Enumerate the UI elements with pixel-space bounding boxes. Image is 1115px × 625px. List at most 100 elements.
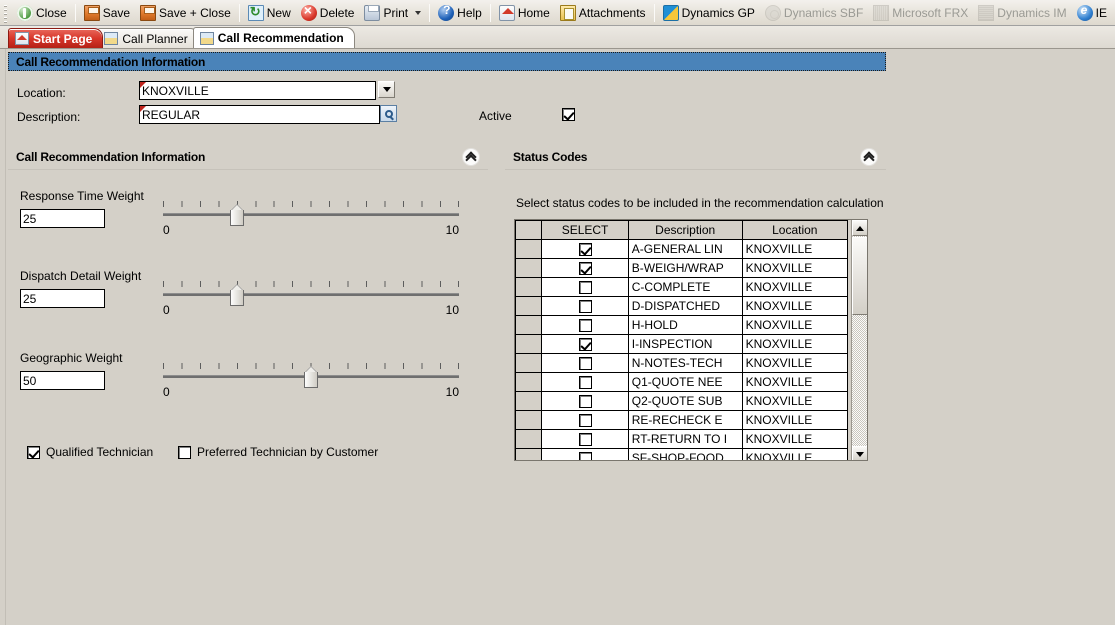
- row-description-cell[interactable]: RE-RECHECK E: [627, 410, 743, 430]
- table-row[interactable]: B-WEIGH/WRAP KNOXVILLE: [515, 258, 849, 278]
- table-row[interactable]: Q2-QUOTE SUB KNOXVILLE: [515, 391, 849, 411]
- tab-start-page[interactable]: Start Page: [8, 28, 104, 48]
- row-location-cell[interactable]: KNOXVILLE: [741, 391, 849, 411]
- row-description-cell[interactable]: RT-RETURN TO I: [627, 429, 743, 449]
- row-select-cell[interactable]: [541, 296, 629, 316]
- grid-vertical-scrollbar[interactable]: [851, 220, 867, 460]
- row-select-cell[interactable]: [541, 448, 629, 460]
- row-selector-gutter[interactable]: [515, 296, 543, 316]
- row-select-cell[interactable]: [541, 277, 629, 297]
- row-description-cell[interactable]: B-WEIGH/WRAP: [627, 258, 743, 278]
- row-description-cell[interactable]: A-GENERAL LIN: [627, 239, 743, 259]
- collapse-left-section-button[interactable]: [462, 147, 480, 166]
- row-location-cell[interactable]: KNOXVILLE: [741, 277, 849, 297]
- scroll-down-button[interactable]: [852, 446, 867, 460]
- checkbox-preferred-technician-by-customer[interactable]: [178, 445, 191, 459]
- save-button[interactable]: Save: [79, 2, 135, 24]
- scroll-up-button[interactable]: [852, 220, 867, 236]
- table-row[interactable]: D-DISPATCHED KNOXVILLE: [515, 296, 849, 316]
- row-selector-gutter[interactable]: [515, 258, 543, 278]
- attachments-button[interactable]: Attachments: [555, 2, 651, 24]
- delete-button[interactable]: Delete: [296, 2, 360, 24]
- table-row[interactable]: H-HOLD KNOXVILLE: [515, 315, 849, 335]
- help-button[interactable]: Help: [433, 2, 487, 24]
- row-select-checkbox[interactable]: [578, 414, 592, 428]
- description-lookup-button[interactable]: [380, 105, 397, 122]
- row-select-checkbox[interactable]: [578, 452, 592, 460]
- tab-call-recommendation[interactable]: Call Recommendation: [192, 27, 355, 48]
- row-select-checkbox[interactable]: [578, 243, 592, 257]
- close-button[interactable]: Close: [12, 2, 72, 24]
- row-selector-gutter[interactable]: [515, 391, 543, 411]
- row-location-cell[interactable]: KNOXVILLE: [741, 429, 849, 449]
- row-select-checkbox[interactable]: [578, 281, 592, 295]
- row-location-cell[interactable]: KNOXVILLE: [741, 239, 849, 259]
- row-description-cell[interactable]: H-HOLD: [627, 315, 743, 335]
- table-row[interactable]: C-COMPLETE KNOXVILLE: [515, 277, 849, 297]
- row-selector-gutter[interactable]: [515, 372, 543, 392]
- weight-slider-1[interactable]: 0 10: [163, 281, 459, 317]
- row-location-cell[interactable]: KNOXVILLE: [741, 353, 849, 373]
- slider-track[interactable]: [163, 293, 459, 296]
- slider-thumb[interactable]: [230, 284, 244, 306]
- row-select-cell[interactable]: [541, 391, 629, 411]
- home-button[interactable]: Home: [494, 2, 555, 24]
- row-selector-gutter[interactable]: [515, 334, 543, 354]
- row-select-cell[interactable]: [541, 258, 629, 278]
- save-close-button[interactable]: Save + Close: [135, 2, 236, 24]
- tab-call-planner[interactable]: Call Planner: [97, 28, 199, 48]
- weight-slider-0[interactable]: 0 10: [163, 201, 459, 237]
- toolbar-grip[interactable]: [2, 2, 10, 23]
- row-select-cell[interactable]: [541, 353, 629, 373]
- slider-thumb[interactable]: [230, 204, 244, 226]
- column-header-location[interactable]: Location: [741, 220, 849, 240]
- weight-input-2[interactable]: 50: [20, 371, 105, 390]
- status-codes-grid[interactable]: SELECT Description Location A-GENERAL LI…: [514, 219, 868, 461]
- row-description-cell[interactable]: Q2-QUOTE SUB: [627, 391, 743, 411]
- row-select-checkbox[interactable]: [578, 338, 592, 352]
- checkbox-qualified-technician[interactable]: [27, 445, 40, 459]
- row-select-checkbox[interactable]: [578, 262, 592, 276]
- row-description-cell[interactable]: N-NOTES-TECH: [627, 353, 743, 373]
- row-select-cell[interactable]: [541, 429, 629, 449]
- row-select-checkbox[interactable]: [578, 300, 592, 314]
- row-location-cell[interactable]: KNOXVILLE: [741, 448, 849, 460]
- table-row[interactable]: RE-RECHECK E KNOXVILLE: [515, 410, 849, 430]
- collapse-right-section-button[interactable]: [860, 147, 878, 166]
- row-selector-gutter[interactable]: [515, 315, 543, 335]
- table-row[interactable]: SF-SHOP-FOOD KNOXVILLE: [515, 448, 849, 460]
- active-checkbox[interactable]: [562, 108, 575, 121]
- slider-thumb[interactable]: [304, 366, 318, 388]
- row-select-checkbox[interactable]: [578, 395, 592, 409]
- row-description-cell[interactable]: Q1-QUOTE NEE: [627, 372, 743, 392]
- row-select-checkbox[interactable]: [578, 376, 592, 390]
- row-description-cell[interactable]: C-COMPLETE: [627, 277, 743, 297]
- table-row[interactable]: I-INSPECTION KNOXVILLE: [515, 334, 849, 354]
- row-select-checkbox[interactable]: [578, 357, 592, 371]
- chevron-down-icon[interactable]: [415, 10, 422, 15]
- row-description-cell[interactable]: I-INSPECTION: [627, 334, 743, 354]
- row-selector-gutter[interactable]: [515, 239, 543, 259]
- print-button[interactable]: Print: [359, 2, 426, 24]
- weight-input-0[interactable]: 25: [20, 209, 105, 228]
- slider-track[interactable]: [163, 213, 459, 216]
- row-location-cell[interactable]: KNOXVILLE: [741, 296, 849, 316]
- column-header-select[interactable]: SELECT: [541, 220, 629, 240]
- row-select-cell[interactable]: [541, 315, 629, 335]
- row-location-cell[interactable]: KNOXVILLE: [741, 315, 849, 335]
- row-selector-gutter[interactable]: [515, 353, 543, 373]
- scrollbar-thumb[interactable]: [852, 237, 867, 315]
- row-select-cell[interactable]: [541, 410, 629, 430]
- row-selector-gutter[interactable]: [515, 448, 543, 460]
- dynamics-gp-button[interactable]: Dynamics GP: [658, 2, 760, 24]
- checkbox-row-0[interactable]: Qualified Technician: [27, 445, 153, 459]
- table-row[interactable]: A-GENERAL LIN KNOXVILLE: [515, 239, 849, 259]
- row-select-cell[interactable]: [541, 372, 629, 392]
- row-selector-gutter[interactable]: [515, 410, 543, 430]
- table-row[interactable]: RT-RETURN TO I KNOXVILLE: [515, 429, 849, 449]
- weight-input-1[interactable]: 25: [20, 289, 105, 308]
- description-input[interactable]: REGULAR: [139, 105, 380, 124]
- column-header-description[interactable]: Description: [627, 220, 743, 240]
- row-selector-gutter[interactable]: [515, 277, 543, 297]
- row-select-cell[interactable]: [541, 334, 629, 354]
